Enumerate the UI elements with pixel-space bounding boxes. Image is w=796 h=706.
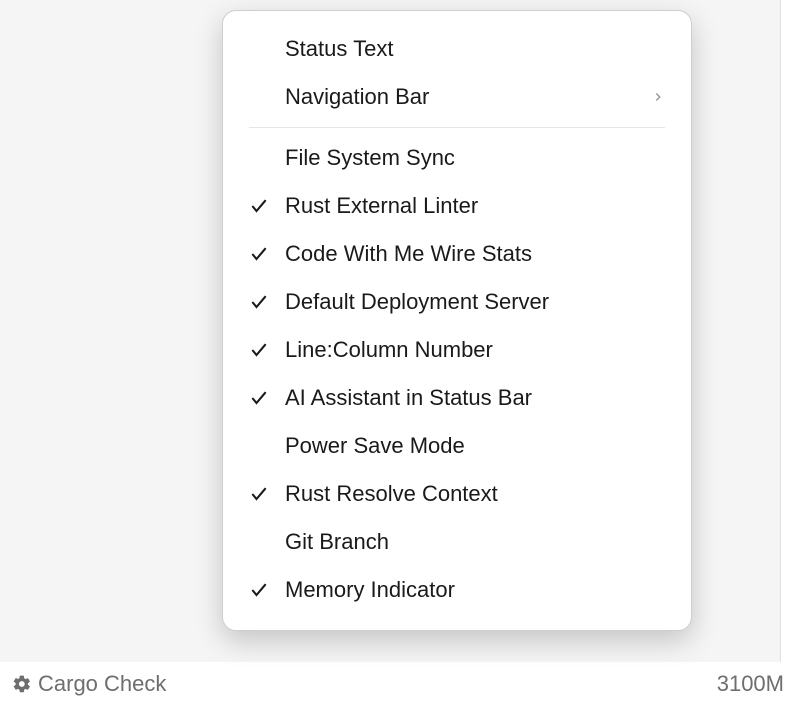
check-icon [249,580,285,600]
status-bar-memory[interactable]: 3100M [717,671,784,697]
menu-item-file-system-sync[interactable]: File System Sync [223,134,691,182]
menu-item-navigation-bar[interactable]: Navigation Bar [223,73,691,121]
check-icon [249,244,285,264]
chevron-right-icon [645,90,665,104]
status-bar: Cargo Check 3100M [0,662,796,706]
menu-item-rust-external-linter[interactable]: Rust External Linter [223,182,691,230]
menu-item-label: Git Branch [285,529,665,555]
cargo-check-label: Cargo Check [38,671,166,697]
menu-item-label: Rust Resolve Context [285,481,665,507]
check-icon [249,196,285,216]
menu-item-default-deployment-server[interactable]: Default Deployment Server [223,278,691,326]
menu-item-label: Default Deployment Server [285,289,665,315]
menu-item-label: Code With Me Wire Stats [285,241,665,267]
check-icon [249,388,285,408]
menu-item-label: File System Sync [285,145,665,171]
editor-pane [780,0,796,706]
check-icon [249,340,285,360]
menu-item-rust-resolve-context[interactable]: Rust Resolve Context [223,470,691,518]
menu-item-memory-indicator[interactable]: Memory Indicator [223,566,691,614]
menu-item-label: Line:Column Number [285,337,665,363]
menu-item-status-text[interactable]: Status Text [223,25,691,73]
menu-item-code-with-me-wire-stats[interactable]: Code With Me Wire Stats [223,230,691,278]
menu-item-label: Status Text [285,36,645,62]
memory-indicator-value: 3100M [717,671,784,697]
menu-item-label: Rust External Linter [285,193,665,219]
check-icon [249,484,285,504]
menu-separator [249,127,665,128]
menu-item-ai-assistant-in-status-bar[interactable]: AI Assistant in Status Bar [223,374,691,422]
gear-icon [12,674,32,694]
menu-item-label: AI Assistant in Status Bar [285,385,665,411]
menu-item-label: Navigation Bar [285,84,645,110]
menu-item-power-save-mode[interactable]: Power Save Mode [223,422,691,470]
status-bar-context-menu: Status Text Navigation Bar File System S… [222,10,692,631]
menu-item-line-column-number[interactable]: Line:Column Number [223,326,691,374]
check-icon [249,292,285,312]
menu-item-label: Power Save Mode [285,433,665,459]
menu-item-git-branch[interactable]: Git Branch [223,518,691,566]
menu-item-label: Memory Indicator [285,577,665,603]
status-bar-cargo-check[interactable]: Cargo Check [12,671,166,697]
